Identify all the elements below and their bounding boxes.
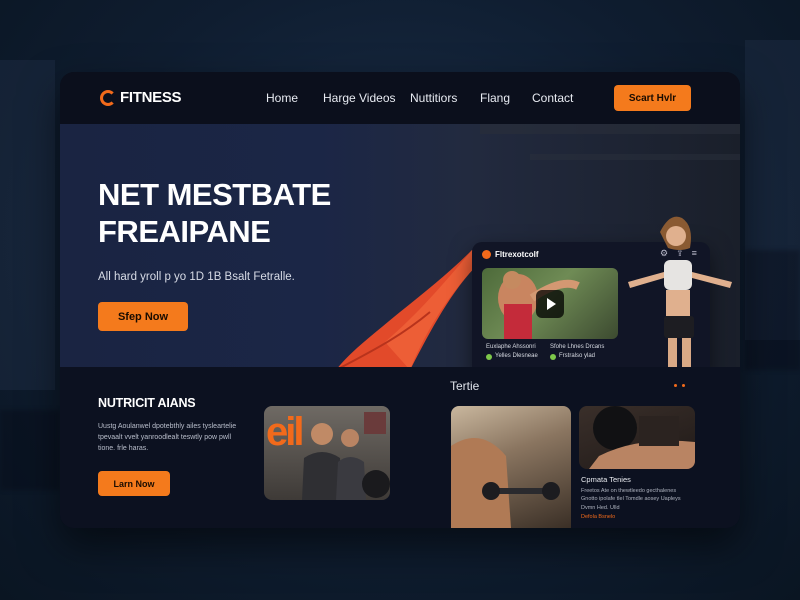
carousel-dots[interactable] xyxy=(674,384,685,387)
nav-link-videos[interactable]: Harge Videos xyxy=(323,91,396,105)
athlete-figure xyxy=(628,216,732,367)
trending-title: Tertie xyxy=(450,379,480,393)
hero-cta-button[interactable]: Sfep Now xyxy=(98,302,188,331)
nav-link-nutrition[interactable]: Nuttitiors xyxy=(410,91,457,105)
trending-card-workout[interactable] xyxy=(451,406,571,528)
video-card-title: Fltrexotcolf xyxy=(495,250,539,259)
learn-now-button[interactable]: Larn Now xyxy=(98,471,170,496)
video-meta-right-sub: Frstralso ylad xyxy=(559,353,596,359)
hero-section: NET MESTBATE FREAIPANE All hard yroll p … xyxy=(60,124,740,367)
trending-card-lifting-figure xyxy=(589,406,695,469)
backdrop-equipment xyxy=(745,250,800,370)
nutrition-plans-title: NUTRICIT AIANS xyxy=(98,396,196,410)
nutrition-photo: eil xyxy=(264,406,390,500)
lower-section: NUTRICIT AIANS Uustg Aoulanwel dpotebthl… xyxy=(60,367,740,528)
nutrition-photo-people xyxy=(302,412,390,500)
hero-ceiling-beam-2 xyxy=(530,154,740,160)
top-nav: FITNESS Home Harge Videos Nuttitiors Fla… xyxy=(60,72,740,124)
trending-card-workout-figure xyxy=(451,438,560,528)
video-meta-right-title: Sfohe Lhnes Drcans xyxy=(550,344,605,350)
nav-link-home[interactable]: Home xyxy=(266,91,298,105)
website-frame: FITNESS Home Harge Videos Nuttitiors Fla… xyxy=(60,72,740,528)
trending-card-lifting[interactable] xyxy=(579,406,695,469)
nav-link-blog[interactable]: Flang xyxy=(480,91,510,105)
start-now-button[interactable]: Scart Hvlr xyxy=(614,85,691,111)
video-card-header: Fltrexotcolf xyxy=(482,250,539,259)
trending-card-body: Freetos Ate on thewtleedo gecthalenes Gn… xyxy=(581,488,681,511)
trending-card-title: Cpmata Tenies xyxy=(581,475,631,484)
trending-card-link[interactable]: Defola Bsnelo xyxy=(581,514,615,520)
nutrition-plans-body: Uustg Aoulanwel dpotebthly ailes tyslear… xyxy=(98,423,237,452)
hero-subtitle: All hard yroll p yo 1D 1B Bsalt Fetralle… xyxy=(98,271,295,283)
nav-link-contact[interactable]: Contact xyxy=(532,91,573,105)
video-thumbnail[interactable] xyxy=(482,268,618,339)
video-meta-left-sub: Yelles Dlesneae xyxy=(495,353,538,359)
hero-title: NET MESTBATE FREAIPANE xyxy=(98,176,398,250)
status-dot-icon-2 xyxy=(550,354,556,360)
hero-ceiling-beam xyxy=(480,124,740,134)
backdrop-window-left xyxy=(0,60,55,390)
red-cape-graphic xyxy=(338,250,480,367)
video-card-logo-icon xyxy=(482,250,491,259)
play-button[interactable] xyxy=(536,290,564,318)
backdrop-shelf xyxy=(0,410,60,490)
video-meta-left-title: Euxlaphe Ahssonri xyxy=(486,344,536,350)
status-dot-icon xyxy=(486,354,492,360)
hero-title-line-1: NET MESTBATE xyxy=(98,177,331,212)
